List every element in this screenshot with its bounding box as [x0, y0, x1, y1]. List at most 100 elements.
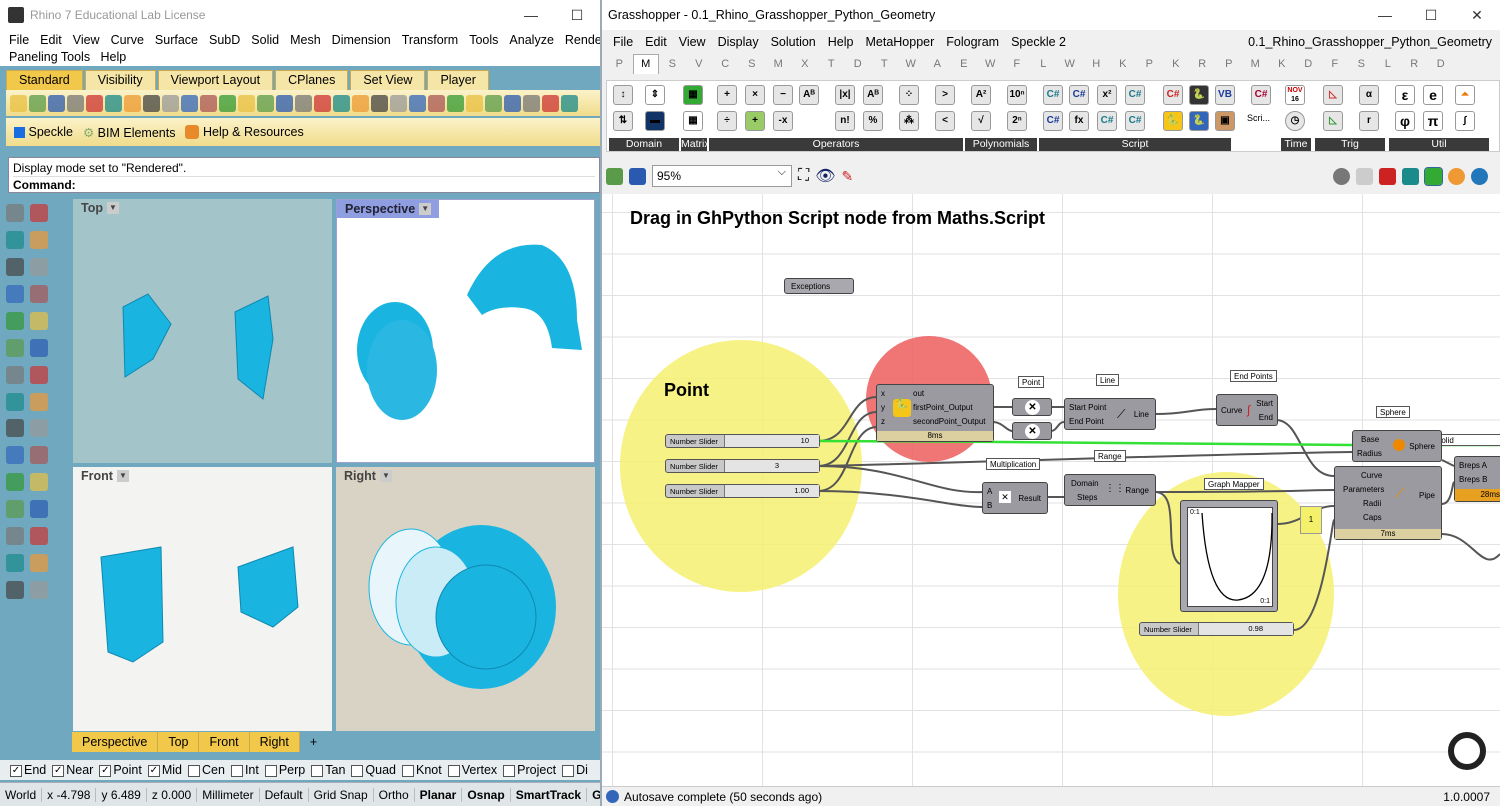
power-icon[interactable]: Aᴮ	[799, 85, 819, 105]
maximize-button[interactable]: ☐	[554, 0, 600, 30]
menu-paneling-tools[interactable]: Paneling Tools	[9, 50, 90, 64]
python-input-x[interactable]: x	[881, 389, 885, 398]
function-icon[interactable]: fx	[1069, 111, 1089, 131]
pipe-input-curve[interactable]: Curve	[1361, 471, 1382, 480]
multiplication-icon[interactable]: ×	[745, 85, 765, 105]
color-preview-icon[interactable]	[1448, 167, 1465, 185]
tool-icon[interactable]	[6, 230, 24, 249]
slider-value-1[interactable]: 10	[801, 436, 809, 445]
tool-icon[interactable]	[30, 311, 48, 330]
osnap-checkbox[interactable]: ✓	[99, 764, 112, 777]
osnap-checkbox[interactable]	[311, 764, 324, 777]
zoom-dropdown[interactable]: 95%	[652, 165, 792, 187]
tool-icon[interactable]	[30, 392, 48, 411]
viewport-tab-right[interactable]: Right	[249, 732, 300, 752]
number-slider-2[interactable]: Number Slider 3	[665, 459, 820, 473]
tool-icon[interactable]	[30, 500, 48, 519]
mult-input-b[interactable]: B	[987, 501, 992, 510]
menu-analyze[interactable]: Analyze	[509, 33, 553, 47]
brep-input-a[interactable]: Breps A	[1459, 461, 1487, 470]
osnap-di[interactable]: Di	[562, 763, 588, 777]
exponent-icon[interactable]: Aᴮ	[863, 85, 883, 105]
minimize-button[interactable]: —	[1362, 0, 1408, 30]
component-tab[interactable]: D	[1295, 58, 1322, 70]
osnap-checkbox[interactable]	[351, 764, 364, 777]
mult-input-a[interactable]: A	[987, 487, 992, 496]
tool-icon[interactable]	[30, 284, 48, 303]
add-viewport-tab-button[interactable]: +	[300, 732, 327, 752]
preview-mode-icon[interactable]	[1333, 167, 1350, 185]
tab-viewport-layout[interactable]: Viewport Layout	[157, 70, 274, 90]
absolute-icon[interactable]: |x|	[835, 85, 855, 105]
toolbar-tool-icon[interactable]	[276, 94, 293, 112]
csharp4-icon[interactable]: C#	[1043, 111, 1063, 131]
line-node[interactable]: Start Point End Point ⟋ Line	[1064, 398, 1156, 430]
toolbar-tool-icon[interactable]	[504, 94, 521, 112]
matrix-icon[interactable]: ▦	[683, 85, 703, 105]
csharp3-icon[interactable]: C#	[1125, 85, 1145, 105]
gh-menu-solution[interactable]: Solution	[771, 35, 816, 49]
brep-input-b[interactable]: Breps B	[1459, 475, 1487, 484]
component-tab[interactable]: A	[924, 58, 951, 70]
component-tab[interactable]: X	[792, 58, 819, 70]
python-output-out[interactable]: out	[913, 389, 924, 398]
csharp6-icon[interactable]: C#	[1125, 111, 1145, 131]
status-field[interactable]: y 6.489	[96, 787, 147, 802]
script-c-icon[interactable]: C#	[1251, 85, 1271, 105]
triangle-green-icon[interactable]: ◺	[1323, 111, 1343, 131]
menu-solid[interactable]: Solid	[251, 33, 279, 47]
tool-icon[interactable]	[6, 581, 24, 600]
gh-menu-display[interactable]: Display	[718, 35, 759, 49]
toolbar-tool-icon[interactable]	[295, 94, 312, 112]
toolbar-tool-icon[interactable]	[219, 94, 236, 112]
graph-mapper-node[interactable]: 0:1 0:1	[1180, 500, 1278, 612]
osnap-checkbox[interactable]	[402, 764, 414, 777]
component-tab[interactable]: F	[1322, 58, 1349, 70]
status-field[interactable]: x -4.798	[42, 787, 97, 802]
gh-menu-edit[interactable]: Edit	[645, 35, 667, 49]
radian-icon[interactable]: r	[1359, 111, 1379, 131]
status-field[interactable]: Ortho	[374, 787, 415, 802]
status-field[interactable]: World	[0, 787, 43, 802]
tool-icon[interactable]	[6, 446, 24, 465]
pipe-input-caps[interactable]: Caps	[1363, 513, 1382, 522]
status-field[interactable]: Default	[260, 787, 309, 802]
toolbar-tool-icon[interactable]	[29, 94, 46, 112]
group-label-script[interactable]: Script	[1039, 138, 1231, 151]
gh-menu-help[interactable]: Help	[828, 35, 854, 49]
status-field[interactable]: Grid Snap	[309, 787, 374, 802]
osnap-cen[interactable]: Cen	[188, 763, 225, 777]
viewport-tab-front[interactable]: Front	[199, 732, 250, 752]
line-input-end[interactable]: End Point	[1069, 417, 1104, 426]
tool-icon[interactable]	[6, 392, 24, 411]
tool-icon[interactable]	[30, 527, 48, 546]
selected-green-icon[interactable]	[1424, 166, 1443, 186]
slider-value-3[interactable]: 1.00	[794, 486, 809, 495]
tool-icon[interactable]	[30, 204, 48, 222]
python3-icon[interactable]: 🐍	[1189, 111, 1209, 131]
slider-value-2[interactable]: 3	[775, 461, 779, 470]
component-tab[interactable]: D	[845, 58, 872, 70]
component-tab[interactable]: P	[1216, 58, 1243, 70]
menu-file[interactable]: File	[9, 33, 29, 47]
power2-icon[interactable]: 2ⁿ	[1007, 111, 1027, 131]
vb-icon[interactable]: VB	[1215, 85, 1235, 105]
toolbar-tool-icon[interactable]	[561, 94, 578, 112]
sphere-input-base[interactable]: Base	[1361, 435, 1379, 444]
component-tab[interactable]: V	[686, 58, 713, 70]
range-input-domain[interactable]: Domain	[1071, 479, 1099, 488]
preview-eye-icon[interactable]: 👁	[815, 166, 835, 186]
osnap-perp[interactable]: Perp	[264, 763, 305, 777]
range-input-steps[interactable]: Steps	[1077, 493, 1097, 502]
osnap-end[interactable]: ✓ End	[10, 763, 46, 777]
toolbar-tool-icon[interactable]	[447, 94, 464, 112]
viewport-tab-top[interactable]: Top	[158, 732, 200, 752]
maximize-button[interactable]: ☐	[1408, 0, 1454, 30]
tool-icon[interactable]	[6, 554, 24, 573]
e-icon[interactable]: e	[1423, 85, 1443, 105]
line-output[interactable]: Line	[1134, 410, 1149, 419]
factorial-icon[interactable]: n!	[835, 111, 855, 131]
osnap-checkbox[interactable]: ✓	[147, 764, 160, 777]
minimize-button[interactable]: —	[508, 0, 554, 30]
tool-icon[interactable]	[6, 365, 24, 384]
